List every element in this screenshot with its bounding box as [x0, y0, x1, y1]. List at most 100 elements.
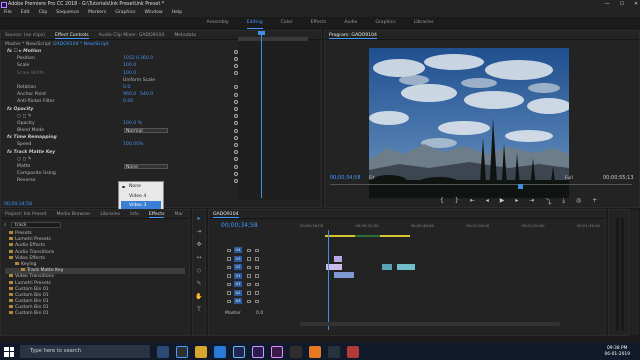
workspace-color[interactable]: Color — [281, 17, 293, 29]
matte-option-video-4[interactable]: Video 4 — [119, 192, 163, 202]
insert-icon[interactable]: ⤵ — [545, 197, 551, 206]
property-value[interactable]: 100.0 — [123, 62, 136, 69]
add-button-icon[interactable]: + — [592, 197, 597, 206]
tab-audio-clip-mixer[interactable]: Audio Clip Mixer: GADO9104 — [99, 31, 165, 39]
photoshop-icon[interactable] — [233, 345, 245, 358]
eye-icon[interactable] — [255, 248, 259, 252]
timeline-scrollbar[interactable] — [300, 322, 560, 326]
track-header[interactable]: A2 — [225, 289, 270, 297]
effect-property-row[interactable]: Opacity 100.0 % — [3, 120, 238, 127]
program-time-ruler[interactable] — [330, 184, 632, 188]
file-explorer-icon[interactable] — [195, 345, 207, 358]
tab-effects[interactable]: Effects — [148, 210, 165, 218]
effect-property-row[interactable]: Scale Width 100.0 — [3, 70, 238, 77]
property-value[interactable]: 100.00% — [123, 141, 143, 148]
clip-v4[interactable] — [333, 255, 343, 263]
effect-property-row[interactable]: fx Time Remapping — [3, 134, 238, 141]
lock-icon[interactable] — [227, 265, 231, 269]
property-value-2[interactable]: 540.0 — [140, 91, 153, 98]
track-name[interactable]: A3 — [234, 298, 242, 304]
sync-lock-icon[interactable] — [247, 282, 251, 286]
workspace-graphics[interactable]: Graphics — [375, 17, 395, 29]
lock-icon[interactable] — [227, 274, 231, 278]
effects-tree-item[interactable]: Custom Bin 01 — [5, 311, 185, 317]
workspace-audio[interactable]: Audio — [344, 17, 357, 29]
sync-lock-icon[interactable] — [247, 274, 251, 278]
property-value[interactable]: 100.0 — [123, 70, 136, 77]
effect-property-row[interactable]: fx Track Matte Key — [3, 149, 238, 156]
workspace-assembly[interactable]: Assembly — [207, 17, 229, 29]
sync-lock-icon[interactable] — [247, 291, 251, 295]
menu-window[interactable]: Window — [145, 9, 163, 17]
selection-tool-icon[interactable]: ▸ — [195, 215, 203, 223]
clip-v3-c[interactable] — [396, 263, 416, 271]
property-value[interactable]: 960.0 — [123, 91, 136, 98]
tab-program[interactable]: Program: GADO9104 — [329, 31, 377, 39]
app-icon[interactable] — [290, 345, 302, 358]
workspace-effects[interactable]: Effects — [311, 17, 327, 29]
track-header[interactable]: V2 — [225, 264, 270, 271]
sync-lock-icon[interactable] — [247, 299, 251, 303]
vertical-scrollbar[interactable] — [631, 210, 639, 335]
track-header[interactable]: A3 — [225, 298, 270, 305]
property-value[interactable]: 100.0 % — [123, 120, 142, 127]
mute-icon[interactable] — [255, 299, 259, 303]
timeline-timecode[interactable]: 00;00;34;58 — [221, 222, 258, 229]
timeline-ruler[interactable]: 00;00;16;00 00;00;32;00 00;00;48;00 00;0… — [300, 223, 600, 229]
master-clip-label[interactable]: Master * New/Script — [5, 42, 51, 47]
task-view-icon[interactable] — [157, 345, 169, 358]
tab-sequence[interactable]: GADO9104 — [213, 210, 239, 218]
effect-property-row[interactable]: fx Opacity — [3, 106, 238, 113]
go-to-out-icon[interactable]: ⇥ — [529, 197, 534, 206]
track-header[interactable]: V3 — [225, 255, 270, 263]
property-select[interactable]: Normal — [124, 127, 168, 134]
app-icon-3[interactable] — [347, 345, 359, 358]
tab-media-browser[interactable]: Media Browser — [56, 210, 90, 218]
tab-info[interactable]: Info — [130, 210, 139, 218]
tab-metadata[interactable]: Metadata — [174, 31, 196, 39]
property-value[interactable]: 0.00 — [123, 98, 133, 105]
menu-clip[interactable]: Clip — [39, 9, 48, 17]
program-playhead[interactable] — [518, 184, 523, 189]
overwrite-icon[interactable]: ⤓ — [562, 197, 565, 206]
mark-out-icon[interactable]: } — [455, 197, 459, 206]
sync-lock-icon[interactable] — [247, 257, 251, 261]
after-effects-icon[interactable] — [271, 345, 283, 358]
system-clock[interactable]: 09:38 PM 06-01-2019 — [604, 346, 630, 357]
export-frame-icon[interactable]: ◎ — [576, 197, 581, 206]
tab-libraries[interactable]: Libraries — [100, 210, 120, 218]
tab-source[interactable]: Source: (no clips) — [5, 31, 45, 39]
close-button[interactable]: ✕ — [634, 0, 638, 9]
workspace-libraries[interactable]: Libraries — [414, 17, 434, 29]
tab-effect-controls[interactable]: Effect Controls — [54, 31, 89, 39]
track-name[interactable]: V1 — [234, 272, 242, 279]
effect-property-row[interactable]: Uniform Scale — [3, 77, 238, 84]
slip-tool-icon[interactable]: ◇ — [195, 267, 203, 275]
clip-v2[interactable] — [333, 271, 355, 279]
track-header[interactable]: A1 — [225, 281, 270, 288]
menu-file[interactable]: File — [4, 9, 12, 17]
mute-icon[interactable] — [255, 282, 259, 286]
track-name[interactable]: V4 — [234, 247, 242, 253]
effect-property-row[interactable]: Anti-flicker Filter 0.00 — [3, 98, 238, 105]
tab-project[interactable]: Project: Ink Preset — [5, 210, 46, 218]
track-header[interactable]: V4 — [225, 247, 270, 254]
minimize-button[interactable]: — — [605, 0, 610, 9]
lock-icon[interactable] — [227, 291, 231, 295]
effect-property-row[interactable]: Scale 100.0 — [3, 62, 238, 69]
ripple-edit-tool-icon[interactable]: ✥ — [195, 241, 203, 249]
effect-property-row[interactable]: Rotation 0.0 — [3, 84, 238, 91]
mark-in-icon[interactable]: { — [440, 197, 444, 206]
tab-markers[interactable]: Mar — [174, 210, 183, 218]
effects-search-input[interactable]: track — [11, 222, 61, 228]
sync-lock-icon[interactable] — [247, 265, 251, 269]
chrome-icon[interactable] — [176, 345, 188, 358]
windows-start-icon[interactable] — [4, 346, 14, 357]
ec-timecode[interactable]: 00;00;34;58 — [4, 202, 32, 207]
effect-property-row[interactable]: fx ☐ ▸ Motion — [3, 48, 238, 55]
eye-icon[interactable] — [255, 265, 259, 269]
track-name[interactable]: V2 — [234, 264, 242, 270]
property-value[interactable]: 1052.0 — [123, 55, 139, 62]
timeline-playhead[interactable] — [328, 230, 329, 330]
track-name[interactable]: A1 — [234, 281, 242, 287]
